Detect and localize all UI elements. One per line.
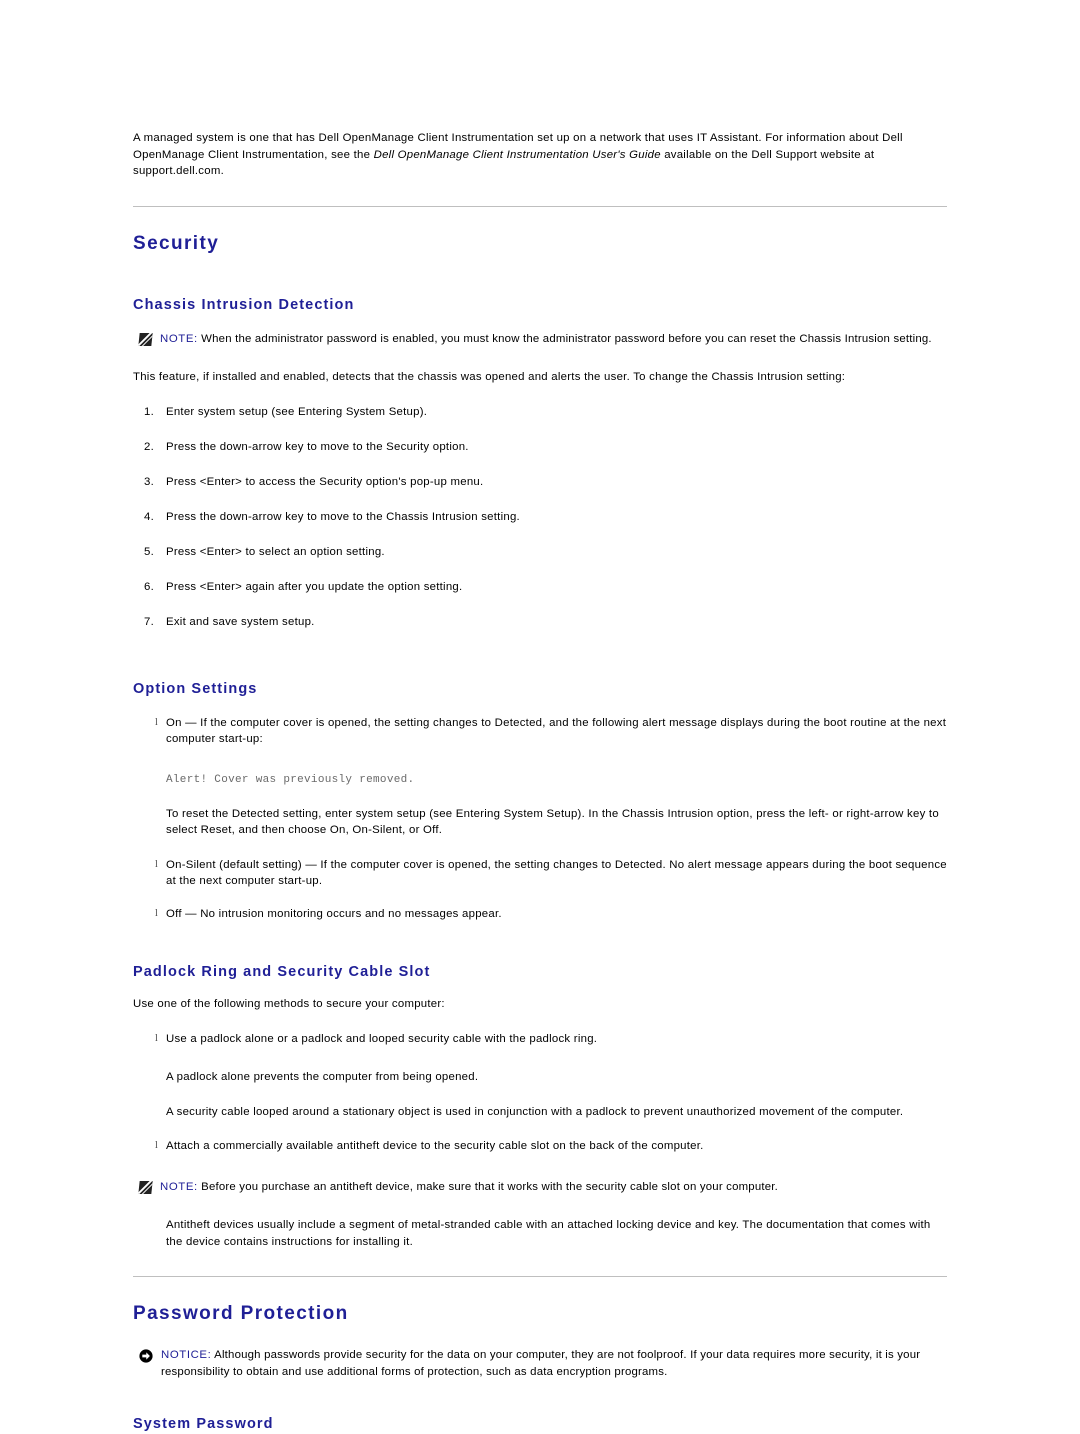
step-number: 7. — [144, 615, 154, 628]
heading-system-password: System Password — [133, 1416, 274, 1432]
step-item: 1. Enter system setup (see Entering Syste… — [133, 404, 947, 421]
step-text: Press the down-arrow key to move to the … — [166, 440, 469, 453]
chassis-intrusion-intro: This feature, if installed and enabled, … — [133, 371, 846, 383]
bullet-text: Use a padlock alone or a padlock and loo… — [166, 1032, 598, 1045]
note-pencil-icon — [138, 1180, 153, 1194]
option-settings-list: l On — If the computer cover is opened, t… — [133, 715, 947, 748]
chassis-intrusion-steps: 1. Enter system setup (see Entering Syste… — [133, 404, 947, 631]
heading-security: Security — [133, 232, 220, 254]
intro-italic-title: Dell OpenManage Client Instrumentation U… — [373, 148, 661, 161]
heading-password-protection: Password Protection — [133, 1303, 349, 1324]
step-text: Enter system setup (see Entering System … — [166, 405, 428, 418]
option-settings-list-continued: l On-Silent (default setting) — If the co… — [133, 857, 947, 923]
note-label: NOTE: — [160, 332, 198, 345]
note-label: NOTE: — [160, 1180, 198, 1193]
bullet-glyph: l — [155, 858, 159, 870]
reset-detected-paragraph: To reset the Detected setting, enter sys… — [166, 807, 939, 837]
step-number: 2. — [144, 440, 154, 453]
note-callout-antitheft: NOTE: Before you purchase an antitheft d… — [138, 1179, 939, 1196]
step-item: 4. Press the down-arrow key to move to th… — [133, 509, 947, 526]
bullet-text: On — If the computer cover is opened, th… — [166, 716, 947, 746]
security-cable-paragraph: A security cable looped around a station… — [166, 1105, 904, 1118]
step-item: 3. Press <Enter> to access the Security o… — [133, 474, 947, 491]
heading-padlock-ring-security-cable-slot: Padlock Ring and Security Cable Slot — [133, 964, 431, 980]
heading-chassis-intrusion-detection: Chassis Intrusion Detection — [133, 296, 355, 313]
note-callout-chassis: NOTE: When the administrator password is… — [138, 331, 939, 348]
step-text: Exit and save system setup. — [166, 615, 315, 628]
bullet-glyph: l — [155, 1140, 159, 1151]
step-number: 6. — [144, 580, 154, 593]
bullet-text: Off — No intrusion monitoring occurs and… — [166, 907, 502, 920]
note-body: When the administrator password is enabl… — [197, 332, 932, 345]
alert-message-code: Alert! Cover was previously removed. — [166, 773, 415, 786]
step-number: 3. — [144, 475, 154, 488]
document-page: A managed system is one that has Dell Op… — [0, 0, 1080, 1432]
padlock-alone-paragraph: A padlock alone prevents the computer fr… — [166, 1071, 479, 1083]
bullet-text: On-Silent (default setting) — If the com… — [166, 858, 947, 888]
antitheft-closing-paragraph: Antitheft devices usually include a segm… — [166, 1219, 931, 1248]
intro-paragraph: A managed system is one that has Dell Op… — [133, 130, 947, 180]
note-pencil-icon — [138, 332, 153, 346]
notice-arrow-icon — [139, 1349, 153, 1363]
padlock-methods-list: l Use a padlock alone or a padlock and lo… — [133, 1031, 947, 1048]
step-item: 7. Exit and save system setup. — [133, 614, 947, 631]
step-number: 1. — [144, 405, 154, 418]
notice-callout-text: NOTICE: Although passwords provide secur… — [161, 1347, 939, 1380]
step-item: 2. Press the down-arrow key to move to th… — [133, 439, 947, 456]
heading-option-settings: Option Settings — [133, 680, 258, 697]
bullet-item-antitheft: l Attach a commercially available antithe… — [133, 1138, 947, 1155]
note-callout-text: NOTE: When the administrator password is… — [160, 331, 939, 348]
step-number: 4. — [144, 510, 154, 523]
step-number: 5. — [144, 545, 154, 558]
step-text: Press <Enter> to access the Security opt… — [166, 475, 484, 488]
step-item: 5. Press <Enter> to select an option sett… — [133, 544, 947, 561]
bullet-glyph: l — [155, 1032, 159, 1044]
step-text: Press the down-arrow key to move to the … — [166, 510, 520, 523]
bullet-item-on-silent: l On-Silent (default setting) — If the co… — [133, 857, 947, 890]
notice-body: Although passwords provide security for … — [161, 1349, 921, 1378]
bullet-text: Attach a commercially available antithef… — [166, 1140, 704, 1152]
bullet-item-on: l On — If the computer cover is opened, t… — [133, 715, 947, 748]
bullet-item-padlock: l Use a padlock alone or a padlock and lo… — [133, 1031, 947, 1048]
bullet-glyph: l — [155, 716, 159, 728]
bullet-item-off: l Off — No intrusion monitoring occurs an… — [133, 906, 947, 923]
note-body: Before you purchase an antitheft device,… — [197, 1180, 779, 1193]
note-callout-text: NOTE: Before you purchase an antitheft d… — [160, 1179, 939, 1196]
padlock-intro: Use one of the following methods to secu… — [133, 998, 445, 1010]
step-text: Press <Enter> again after you update the… — [166, 580, 463, 593]
notice-callout-passwords: NOTICE: Although passwords provide secur… — [139, 1347, 939, 1380]
padlock-methods-list-continued: l Attach a commercially available antithe… — [133, 1138, 947, 1155]
step-text: Press <Enter> to select an option settin… — [166, 545, 385, 558]
step-item: 6. Press <Enter> again after you update t… — [133, 579, 947, 596]
document-content: A managed system is one that has Dell Op… — [133, 130, 947, 1434]
notice-label: NOTICE: — [161, 1349, 212, 1361]
bullet-glyph: l — [155, 907, 159, 919]
